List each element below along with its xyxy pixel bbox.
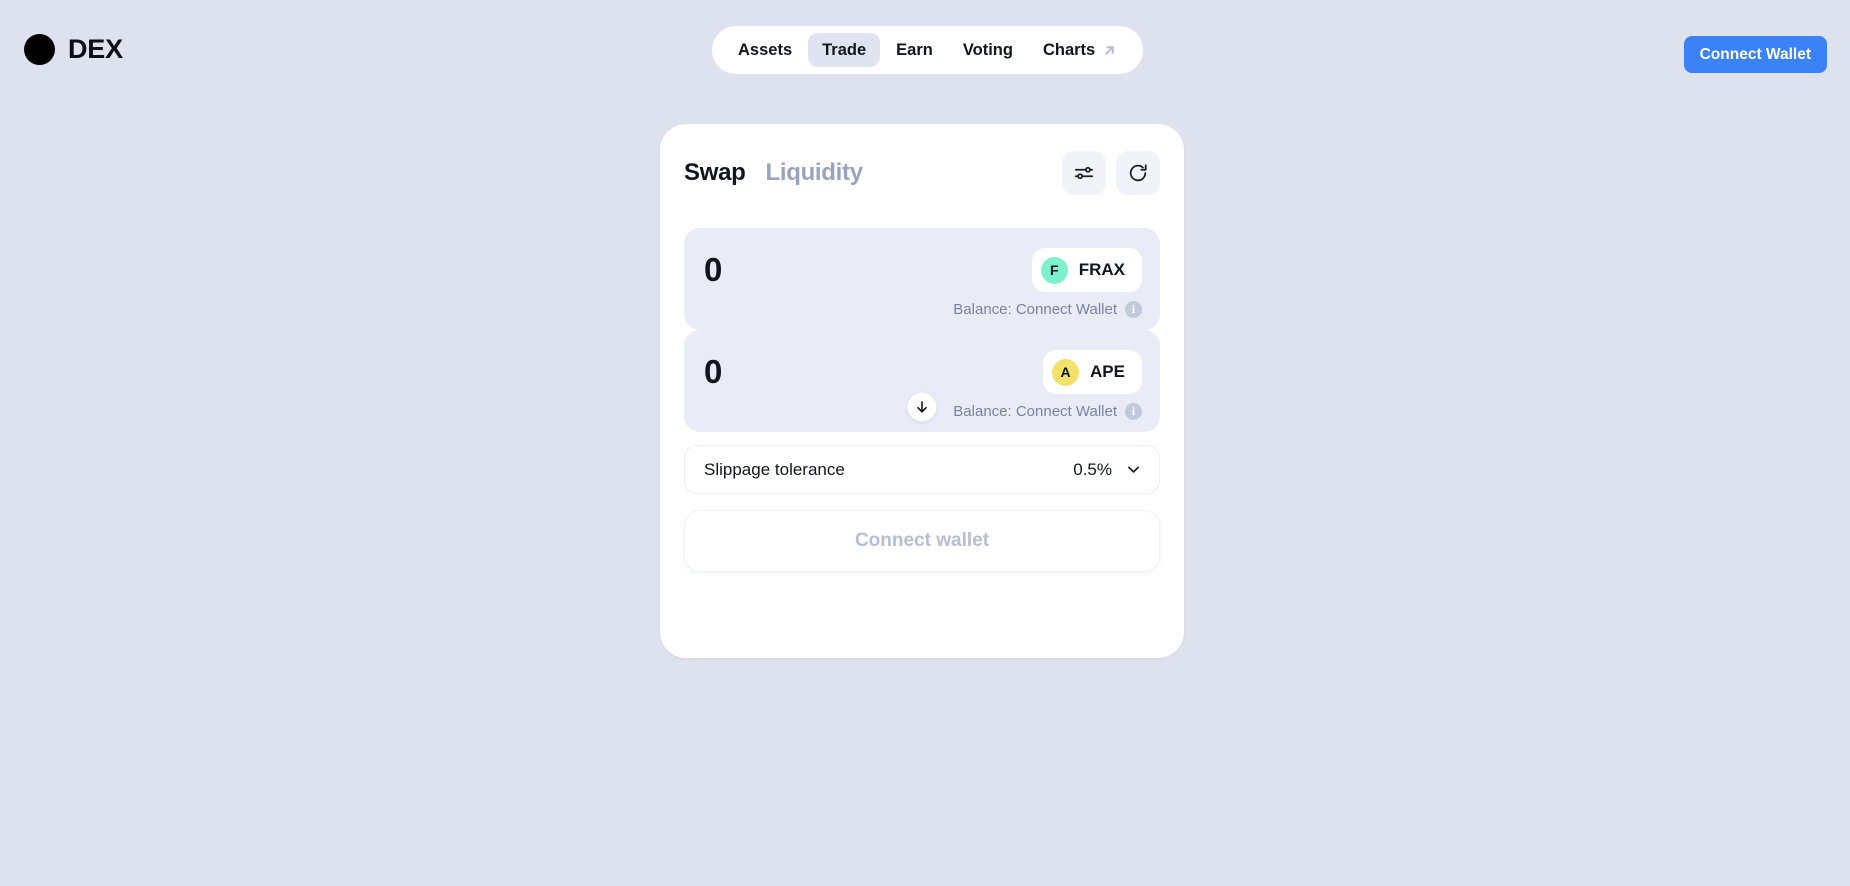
refresh-button[interactable] xyxy=(1116,151,1160,195)
balance-text-to: Balance: Connect Wallet xyxy=(953,403,1117,420)
connect-wallet-cta-button[interactable]: Connect wallet xyxy=(684,510,1160,572)
brand-logo[interactable]: DEX xyxy=(24,34,123,65)
token-selector-from[interactable]: F FRAX xyxy=(1031,248,1142,292)
top-bar: DEX Assets Trade Earn Voting Charts Conn… xyxy=(0,0,1850,110)
nav-item-charts[interactable]: Charts xyxy=(1029,33,1131,67)
connect-wallet-button[interactable]: Connect Wallet xyxy=(1683,36,1827,73)
connect-wallet-cta-label: Connect wallet xyxy=(854,530,990,551)
swap-form: F FRAX Balance: Connect Wallet i A xyxy=(684,200,1160,572)
amount-input-to[interactable] xyxy=(704,353,1044,391)
nav-item-label: Trade xyxy=(822,40,867,59)
swap-direction-button[interactable] xyxy=(907,392,937,422)
token-selector-to[interactable]: A APE xyxy=(1043,350,1142,394)
info-icon[interactable]: i xyxy=(1125,403,1142,420)
swap-field-from-top: F FRAX xyxy=(704,248,1142,292)
dex-circle-logo-icon xyxy=(24,34,55,65)
nav-item-label: Earn xyxy=(896,40,933,59)
swap-field-to-top: A APE xyxy=(704,350,1142,394)
slippage-label: Slippage tolerance xyxy=(704,459,845,479)
balance-line-from: Balance: Connect Wallet i xyxy=(704,301,1142,318)
swap-liquidity-tabs: Swap Liquidity xyxy=(684,159,863,187)
slippage-control: 0.5% xyxy=(1073,460,1142,480)
external-link-arrow-icon xyxy=(1105,45,1114,55)
nav-item-trade[interactable]: Trade xyxy=(808,33,881,67)
nav-item-label: Assets xyxy=(738,40,793,59)
swap-field-from: F FRAX Balance: Connect Wallet i xyxy=(684,228,1160,330)
token-symbol-to: APE xyxy=(1090,362,1125,381)
swap-card-actions xyxy=(1062,151,1160,195)
brand-name: DEX xyxy=(68,34,123,64)
slippage-value: 0.5% xyxy=(1073,459,1112,479)
settings-button[interactable] xyxy=(1062,151,1106,195)
chevron-down-icon[interactable] xyxy=(1125,461,1142,478)
token-logo-frax-icon: F xyxy=(1040,256,1068,284)
main-navigation: Assets Trade Earn Voting Charts xyxy=(712,26,1144,74)
nav-item-earn[interactable]: Earn xyxy=(882,33,947,67)
amount-input-from[interactable] xyxy=(704,251,1032,289)
info-icon[interactable]: i xyxy=(1125,301,1142,318)
arrow-down-icon xyxy=(917,401,927,413)
token-symbol-from: FRAX xyxy=(1078,260,1125,279)
token-logo-ape-icon: A xyxy=(1052,358,1080,386)
refresh-icon xyxy=(1129,164,1147,182)
nav-item-label: Charts xyxy=(1042,40,1096,59)
slippage-tolerance-row[interactable]: Slippage tolerance 0.5% xyxy=(684,445,1160,494)
tab-swap[interactable]: Swap xyxy=(684,159,746,187)
nav-item-voting[interactable]: Voting xyxy=(949,33,1027,67)
swap-card: Swap Liquidity 0 F FRAX Balance: Connect… xyxy=(660,124,1184,658)
swap-card-header: Swap Liquidity xyxy=(684,124,1160,200)
tab-label: Liquidity xyxy=(765,159,863,186)
nav-item-assets[interactable]: Assets xyxy=(724,33,806,67)
sliders-icon xyxy=(1074,166,1094,180)
nav-item-label: Voting xyxy=(962,40,1013,59)
balance-text-from: Balance: Connect Wallet xyxy=(953,301,1117,318)
tab-liquidity[interactable]: Liquidity xyxy=(765,159,863,187)
connect-wallet-label: Connect Wallet xyxy=(1699,45,1811,63)
tab-label: Swap xyxy=(684,159,746,186)
